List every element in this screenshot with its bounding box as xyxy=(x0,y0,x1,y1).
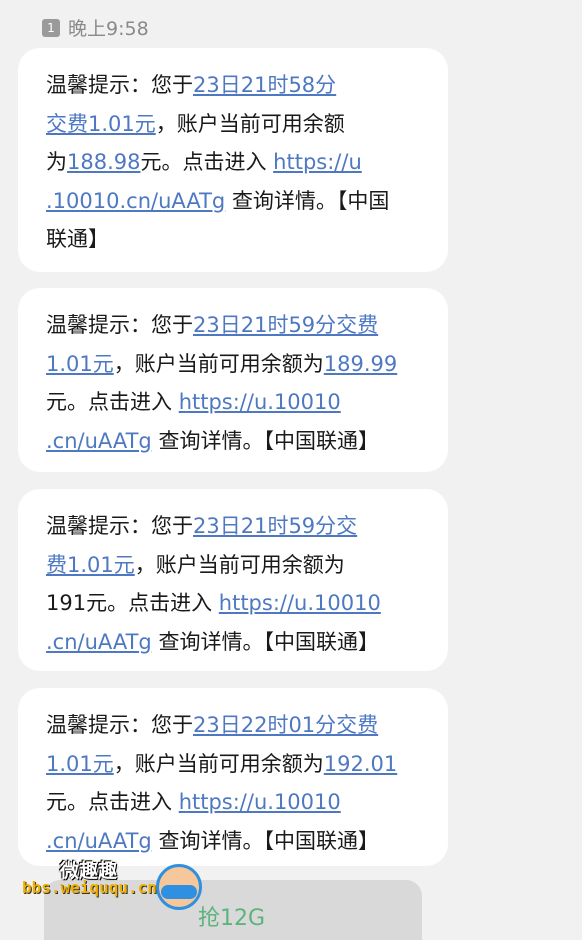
datetime-link[interactable]: 23日21时59分交 xyxy=(193,514,357,538)
message-text: 查询详情。【中国 xyxy=(231,188,390,213)
message-text: ，账户当前可用余额 xyxy=(155,111,345,136)
message-bubble[interactable]: 温馨提示：您于23日21时58分 交费1.01元，账户当前可用余额 为188.9… xyxy=(18,48,448,272)
message-text: 温馨提示：您于 xyxy=(46,313,193,337)
message-text: 温馨提示：您于 xyxy=(46,73,193,97)
message-text: 元。点击进入 xyxy=(46,390,172,414)
url-link[interactable]: .cn/uAATg xyxy=(46,429,152,453)
mascot-icon xyxy=(156,864,202,910)
datetime-link[interactable]: 23日22时01分交费 xyxy=(193,713,378,737)
message-text: 查询详情。【中国联通】 xyxy=(158,428,379,453)
fee-link[interactable]: 1.01元 xyxy=(46,352,114,376)
url-link[interactable]: https://u.10010 xyxy=(179,390,341,414)
message-text: 温馨提示：您于 xyxy=(46,514,193,538)
url-link[interactable]: .cn/uAATg xyxy=(46,630,152,654)
url-link[interactable]: https://u xyxy=(273,150,362,174)
fee-link[interactable]: 交费1.01元 xyxy=(46,112,156,136)
message-text: ，账户当前可用余额为 xyxy=(113,351,324,376)
watermark: 微趣趣 bbs.weiququ.cn xyxy=(22,856,202,912)
balance-link[interactable]: 189.99 xyxy=(324,352,397,376)
message-text: 温馨提示：您于 xyxy=(46,713,193,737)
message-bubble[interactable]: 温馨提示：您于23日21时59分交费 1.01元，账户当前可用余额为189.99… xyxy=(18,288,448,472)
message-text: 元。点击进入 xyxy=(140,150,267,174)
url-link[interactable]: .10010.cn/uAATg xyxy=(46,189,225,213)
message-text: 元。点击进入 xyxy=(46,790,172,814)
message-time: 晚上9:58 xyxy=(68,18,149,40)
message-bubble[interactable]: 温馨提示：您于23日21时59分交 费1.01元，账户当前可用余额为 191元。… xyxy=(18,489,448,671)
datetime-link[interactable]: 23日21时59分交费 xyxy=(193,313,378,337)
url-link[interactable]: .cn/uAATg xyxy=(46,829,152,853)
message-text: 191元。点击进入 xyxy=(46,591,213,615)
message-text: ，账户当前可用余额为 xyxy=(113,751,324,776)
fee-link[interactable]: 1.01元 xyxy=(46,752,114,776)
balance-link[interactable]: 192.01 xyxy=(324,752,397,776)
message-text: 为 xyxy=(46,150,67,174)
message-text: 查询详情。【中国联通】 xyxy=(158,629,379,654)
watermark-site: bbs.weiququ.cn xyxy=(22,878,157,897)
fee-link[interactable]: 费1.01元 xyxy=(46,553,135,577)
sim-slot-icon: 1 xyxy=(42,18,60,37)
message-text: 查询详情。【中国联通】 xyxy=(158,828,379,853)
datetime-link[interactable]: 23日21时58分 xyxy=(193,73,336,97)
status-bar: 1 晚上9:58 xyxy=(42,14,149,41)
url-link[interactable]: https://u.10010 xyxy=(219,591,381,615)
message-text: ，账户当前可用余额为 xyxy=(134,552,345,577)
balance-link[interactable]: 188.98 xyxy=(67,150,140,174)
message-bubble[interactable]: 温馨提示：您于23日22时01分交费 1.01元，账户当前可用余额为192.01… xyxy=(18,688,448,866)
message-text: 联通】 xyxy=(46,227,109,251)
promo-label[interactable]: 抢12G xyxy=(198,900,265,932)
url-link[interactable]: https://u.10010 xyxy=(179,790,341,814)
